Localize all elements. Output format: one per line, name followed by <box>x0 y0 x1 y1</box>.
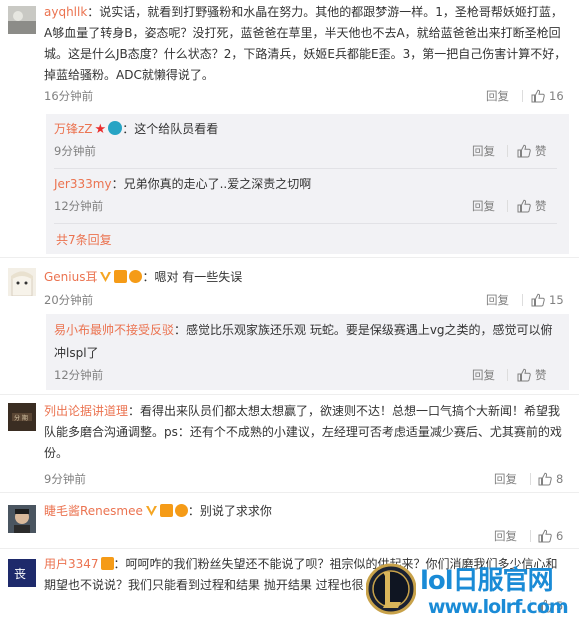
level-badge-icon <box>174 504 188 517</box>
like-count: 16 <box>549 89 564 103</box>
thumbs-up-icon <box>538 529 552 543</box>
sub-reply: 万锋zZ ★ ：这个给队员看看 9分钟前 回复 赞 <box>54 117 557 169</box>
avatar[interactable] <box>8 268 36 296</box>
member-badge-icon <box>100 557 114 570</box>
username-link[interactable]: ayqhllk <box>44 5 87 19</box>
sub-reply: 易小布最帅不接受反驳：感觉比乐观家族还乐观 玩蛇。要是保级赛遇上vg之类的，感觉… <box>54 319 557 387</box>
divider <box>522 90 523 102</box>
like-button[interactable]: 6 <box>538 526 563 546</box>
divider <box>530 530 531 542</box>
more-replies-link[interactable]: 共7条回复 <box>56 231 112 248</box>
svg-text:分 期: 分 期 <box>14 414 28 422</box>
username-link[interactable]: 睫毛酱Renesmee <box>44 504 143 518</box>
comment-2: Genius耳 ：嗯对 有一些失误 20分钟前 回复 15 易小布最帅不接受反驳：… <box>0 258 579 395</box>
reply-button[interactable]: 回复 <box>494 469 517 489</box>
sub-reply: Jer333my：兄弟你真的走心了..爱之深责之切啊 12分钟前 回复 赞 <box>54 172 557 224</box>
reply-button[interactable]: 回复 <box>472 141 495 161</box>
member-badge-icon <box>114 270 128 283</box>
timestamp: 9分钟前 <box>54 144 96 158</box>
avatar[interactable] <box>8 505 36 533</box>
username-link[interactable]: 易小布最帅不接受反驳 <box>54 323 174 337</box>
like-count: 6 <box>556 529 564 543</box>
comment-text: 睫毛酱Renesmee ：别说了求求你 <box>44 503 272 518</box>
member-badge-icon <box>159 504 173 517</box>
comment-3: 分 期 列出论据讲道理：看得出来队员们都太想太想赢了，欲速则不达！总想一口气搞个… <box>0 395 579 493</box>
site-watermark: lol日服官网 www.lolrf.com <box>366 556 576 624</box>
watermark-title: lol日服官网 <box>420 566 554 596</box>
username-link[interactable]: 用户3347 <box>44 557 99 571</box>
timestamp: 16分钟前 <box>44 89 94 103</box>
thumbs-up-icon <box>531 293 545 307</box>
verified-v-icon <box>99 269 112 282</box>
thumbs-up-icon <box>517 144 531 158</box>
comment-1: ayqhllk：说实话，就看到打野骚粉和水晶在努力。其他的都跟梦游一样。1，圣枪… <box>0 0 579 258</box>
star-icon: ★ <box>94 122 107 137</box>
comment-4: 睫毛酱Renesmee ：别说了求求你 回复 6 <box>0 493 579 549</box>
timestamp: 20分钟前 <box>44 293 94 307</box>
like-button[interactable]: 16 <box>531 86 564 106</box>
avatar[interactable] <box>8 6 36 34</box>
reply-button[interactable]: 回复 <box>472 196 495 216</box>
avatar[interactable]: 丧 <box>8 559 36 587</box>
like-button[interactable]: 15 <box>531 290 564 310</box>
timestamp: 12分钟前 <box>54 368 104 382</box>
comment-text: Genius耳 ：嗯对 有一些失误 <box>44 269 243 284</box>
reply-button[interactable]: 回复 <box>486 290 509 310</box>
thumbs-up-icon <box>517 199 531 213</box>
svg-text:丧: 丧 <box>14 567 26 581</box>
like-count: 8 <box>556 472 564 486</box>
camera-badge-icon <box>108 121 123 135</box>
thumbs-up-icon <box>531 89 545 103</box>
timestamp: 9分钟前 <box>44 472 86 486</box>
username-link[interactable]: Jer333my <box>54 177 112 191</box>
thumbs-up-icon <box>538 472 552 486</box>
avatar[interactable]: 分 期 <box>8 403 36 431</box>
username-link[interactable]: 万锋zZ <box>54 122 93 136</box>
reply-box: 易小布最帅不接受反驳：感觉比乐观家族还乐观 玩蛇。要是保级赛遇上vg之类的，感觉… <box>46 314 569 390</box>
divider <box>522 294 523 306</box>
verified-v-icon <box>145 503 158 516</box>
reply-button[interactable]: 回复 <box>472 365 495 385</box>
reply-button[interactable]: 回复 <box>494 526 517 546</box>
lol-logo-icon <box>366 563 416 615</box>
comment-text: ayqhllk：说实话，就看到打野骚粉和水晶在努力。其他的都跟梦游一样。1，圣枪… <box>44 5 567 82</box>
thumbs-up-icon <box>517 368 531 382</box>
like-button[interactable]: 赞 <box>517 141 547 161</box>
reply-button[interactable]: 回复 <box>486 86 509 106</box>
like-button[interactable]: 赞 <box>517 196 547 216</box>
username-link[interactable]: 列出论据讲道理 <box>44 404 128 418</box>
like-button[interactable]: 8 <box>538 469 563 489</box>
reply-box: 万锋zZ ★ ：这个给队员看看 9分钟前 回复 赞 Jer333my：兄弟你真的走心… <box>46 114 569 254</box>
divider <box>507 200 508 212</box>
divider <box>507 369 508 381</box>
watermark-url: www.lolrf.com <box>428 596 569 618</box>
comment-text: 列出论据讲道理：看得出来队员们都太想太想赢了，欲速则不达！总想一口气搞个大新闻！… <box>44 404 562 460</box>
like-button[interactable]: 赞 <box>517 365 547 385</box>
like-count: 15 <box>549 293 564 307</box>
username-link[interactable]: Genius耳 <box>44 270 97 284</box>
timestamp: 12分钟前 <box>54 199 104 213</box>
level-badge-icon <box>129 270 143 283</box>
divider <box>507 145 508 157</box>
divider <box>530 473 531 485</box>
